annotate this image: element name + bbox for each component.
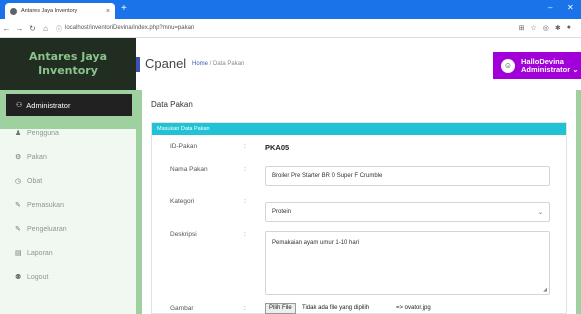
resize-grip-icon[interactable]: ◢ <box>543 287 547 293</box>
reload-icon[interactable]: ↻ <box>26 24 39 33</box>
tab-title: Antares Jaya Inventory <box>21 8 78 14</box>
kategori-select[interactable]: Protein ⌄ <box>265 202 550 222</box>
role-label: Administrator <box>26 100 71 110</box>
sidebar-item-label: Laporan <box>27 249 53 257</box>
kategori-value: Protein <box>272 209 292 215</box>
sidebar-item-logout[interactable]: ⚉ Logout <box>15 265 67 289</box>
user-role: Administrator <box>521 64 571 74</box>
address-bar: ← → ↻ ⌂ ⓘ localhost/inventoriDevina/inde… <box>0 19 581 38</box>
url-field[interactable]: ⓘ localhost/inventoriDevina/index.php?mn… <box>56 22 496 35</box>
window-close-button[interactable]: ✕ <box>567 3 574 12</box>
profile-icon[interactable]: ● <box>567 24 571 32</box>
pencil-icon: ✎ <box>15 226 21 233</box>
favicon-icon <box>10 7 17 15</box>
nama-pakan-input[interactable]: Broiler Pre Starter BR 0 Super F Crumble <box>265 166 550 186</box>
minimize-button[interactable]: – <box>548 3 552 12</box>
colon: : <box>244 143 246 150</box>
sidebar-role: ⚇ Administrator <box>6 94 132 116</box>
colon: : <box>244 166 246 173</box>
dashboard-icon: ⚇ <box>16 102 23 109</box>
content-panel: Data Pakan Masukan Data Pakan ID-Pakan :… <box>142 52 576 314</box>
chevron-down-icon: ⌄ <box>537 210 543 216</box>
deskripsi-value: Pemakaian ayam umur 1-10 hari <box>272 240 360 246</box>
browser-tab-bar: Antares Jaya Inventory × + – ✕ <box>0 0 581 19</box>
pencil-icon: ✎ <box>15 202 21 209</box>
info-icon[interactable]: ⓘ <box>56 24 62 33</box>
brand-logo: Antares Jaya Inventory <box>0 38 136 90</box>
form-card: Masukan Data Pakan ID-Pakan : PKA05 Nama… <box>151 122 567 314</box>
sidebar-item-pakan[interactable]: ⚙ Pakan <box>15 145 67 169</box>
translate-icon[interactable]: ⊞ <box>519 24 525 32</box>
file-status: Tidak ada file yang dipilih <box>302 305 370 311</box>
user-menu[interactable]: ☺ HalloDevina Administrator ⌄ <box>493 52 581 79</box>
nama-label: Nama Pakan <box>170 166 208 173</box>
top-header: Cpanel Home / Data Pakan ☺ HalloDevina A… <box>136 38 581 90</box>
breadcrumb-current: Data Pakan <box>213 61 245 67</box>
id-value: PKA05 <box>265 143 290 152</box>
sidebar-item-pemasukan[interactable]: ✎ Pemasukan <box>15 193 67 217</box>
clock-icon: ◷ <box>15 178 22 185</box>
new-tab-button[interactable]: + <box>121 3 127 15</box>
card-title: Masukan Data Pakan <box>152 123 566 135</box>
breadcrumb: Home / Data Pakan <box>192 61 244 67</box>
user-icon: ♟ <box>15 130 22 137</box>
sidebar: Antares Jaya Inventory ⚇ Administrator ♟… <box>0 38 136 314</box>
choose-file-button[interactable]: Pilih File <box>265 303 296 314</box>
sidebar-item-label: Pemasukan <box>27 201 64 209</box>
gambar-label: Gambar <box>170 305 194 312</box>
sidebar-item-label: Logout <box>27 273 49 281</box>
breadcrumb-home-link[interactable]: Home <box>192 61 208 67</box>
deskripsi-label: Deskripsi <box>170 231 197 238</box>
header-accent <box>136 57 140 72</box>
sidebar-item-label: Pakan <box>27 153 47 161</box>
browser-tab[interactable]: Antares Jaya Inventory × <box>5 3 115 19</box>
colon: : <box>244 231 246 238</box>
deskripsi-textarea[interactable]: Pemakaian ayam umur 1-10 hari ◢ <box>265 231 550 295</box>
colon: : <box>244 305 246 312</box>
kategori-label: Kategori <box>170 198 195 205</box>
nama-pakan-value: Broiler Pre Starter BR 0 Super F Crumble <box>272 173 383 179</box>
users-icon: ⚉ <box>15 274 22 281</box>
brand-line1: Antares Jaya <box>28 50 108 63</box>
report-icon: ▤ <box>15 250 22 257</box>
current-file: => ovator.jpg <box>396 305 431 311</box>
forward-icon[interactable]: → <box>13 24 26 33</box>
bookmark-star-icon[interactable]: ☆ <box>531 24 537 32</box>
colon: : <box>244 198 246 205</box>
sidebar-item-label: Pengeluaran <box>27 225 67 233</box>
puzzle-icon[interactable]: ✱ <box>555 24 561 32</box>
sidebar-item-laporan[interactable]: ▤ Laporan <box>15 241 67 265</box>
extension-icon[interactable]: ◎ <box>543 24 549 32</box>
brand-line2: Inventory <box>38 64 98 77</box>
back-icon[interactable]: ← <box>0 24 13 33</box>
sidebar-item-pengguna[interactable]: ♟ Pengguna <box>15 121 67 145</box>
sidebar-item-obat[interactable]: ◷ Obat <box>15 169 67 193</box>
page-title: Data Pakan <box>151 100 193 109</box>
gear-icon: ⚙ <box>15 154 22 161</box>
sidebar-item-pengeluaran[interactable]: ✎ Pengeluaran <box>15 217 67 241</box>
sidebar-item-label: Pengguna <box>27 129 59 137</box>
sidebar-item-label: Obat <box>27 177 43 185</box>
id-label: ID-Pakan <box>170 143 198 150</box>
tab-close-icon[interactable]: × <box>106 8 110 15</box>
home-icon[interactable]: ⌂ <box>39 24 52 33</box>
url-text: localhost/inventoriDevina/index.php?mnu=… <box>65 25 195 31</box>
avatar-icon: ☺ <box>501 58 515 73</box>
chevron-down-icon: ⌄ <box>572 64 579 74</box>
sidebar-menu: ♟ Pengguna ⚙ Pakan ◷ Obat ✎ Pemasukan ✎ … <box>15 121 67 289</box>
header-title: Cpanel <box>145 56 187 71</box>
